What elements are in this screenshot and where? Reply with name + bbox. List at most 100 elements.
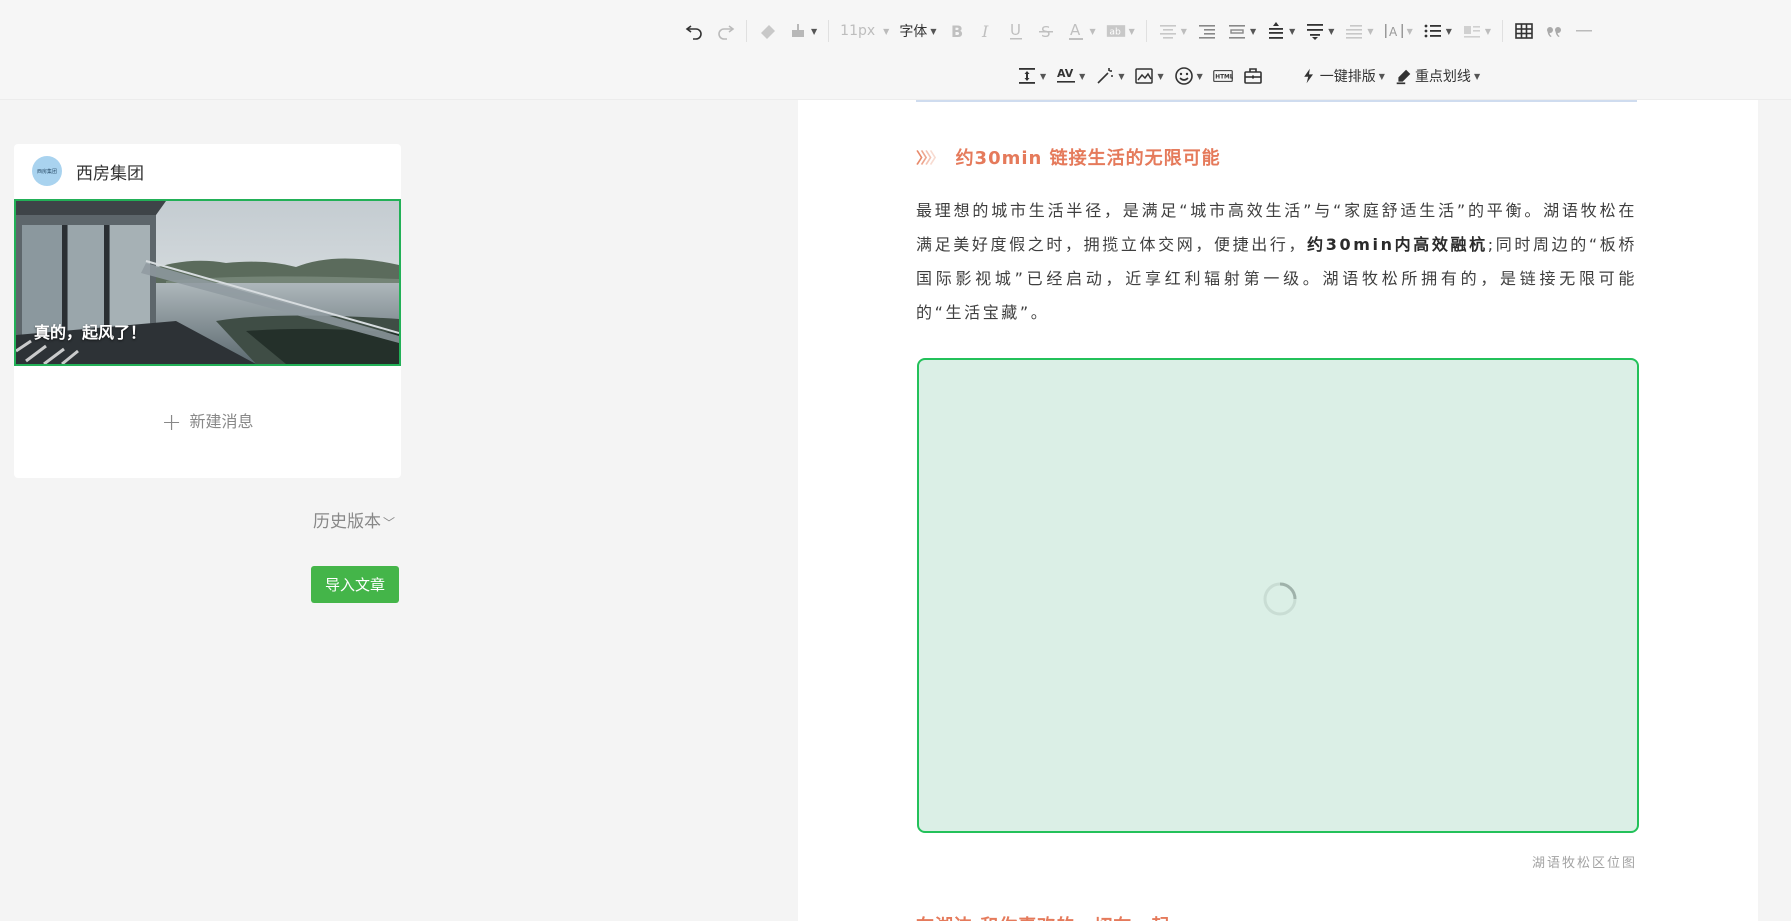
svg-text:B: B bbox=[951, 22, 963, 41]
article-paragraph[interactable]: 最理想的城市生活半径，是满足“城市高效生活”与“家庭舒适生活”的平衡。湖语牧松在… bbox=[916, 194, 1637, 330]
avatar-text: 西房集团 bbox=[36, 168, 57, 175]
emoji-button[interactable]: ▼ bbox=[1169, 61, 1208, 91]
background-color-icon: ab bbox=[1106, 25, 1125, 37]
paragraph-align-icon bbox=[1228, 25, 1245, 39]
redo-icon bbox=[718, 25, 735, 40]
new-message-label: 新建消息 bbox=[189, 412, 254, 431]
eraser-icon bbox=[761, 25, 775, 39]
align-button[interactable]: ▼ bbox=[1153, 16, 1192, 46]
indent-icon bbox=[1198, 25, 1215, 39]
editor-toolbar: ▼ 11px ▼ 字体 ▼ B I U S A ▼ ab ▼ ▼ ▼ ▼ ▼ ▼… bbox=[0, 0, 1791, 100]
next-section-title: 在湖边 和你喜欢的一切在一起 bbox=[916, 912, 1276, 921]
chevron-down-icon: ▼ bbox=[1079, 71, 1086, 81]
eraser-button[interactable] bbox=[753, 16, 783, 46]
chevron-down-icon: ▼ bbox=[1328, 26, 1335, 36]
html-icon: HTML bbox=[1213, 70, 1233, 82]
paragraph-align-button[interactable]: ▼ bbox=[1222, 16, 1261, 46]
strikethrough-button[interactable]: S bbox=[1031, 16, 1061, 46]
account-name: 西房集团 bbox=[76, 163, 144, 184]
import-article-button[interactable]: 导入文章 bbox=[311, 566, 399, 603]
chevron-down-icon: ▼ bbox=[883, 26, 890, 36]
paragraph-spacing-button[interactable]: ▼ bbox=[1300, 16, 1339, 46]
magic-wand-icon bbox=[1097, 68, 1114, 84]
letter-spacing-button[interactable]: A ▼ bbox=[1379, 16, 1418, 46]
font-size-select[interactable]: 11px ▼ bbox=[835, 16, 894, 46]
emoji-icon bbox=[1174, 67, 1193, 85]
table-icon bbox=[1515, 23, 1533, 39]
paragraph-margin-button[interactable]: ▼ bbox=[1012, 61, 1051, 91]
align-center-icon bbox=[1159, 25, 1176, 39]
svg-text:ab: ab bbox=[1109, 26, 1121, 37]
font-color-button[interactable]: A ▼ bbox=[1061, 16, 1100, 46]
chevron-down-icon: ▼ bbox=[1289, 26, 1296, 36]
character-spacing-button[interactable]: AV ▼ bbox=[1051, 61, 1090, 91]
chevron-down-icon: ▼ bbox=[1445, 26, 1452, 36]
font-color-icon: A bbox=[1069, 21, 1084, 40]
chevron-down-icon: ▼ bbox=[1089, 26, 1096, 36]
redo-button[interactable] bbox=[710, 16, 740, 46]
italic-icon: I bbox=[981, 22, 989, 41]
loading-spinner-icon bbox=[1263, 582, 1297, 616]
chevron-down-icon: ▼ bbox=[1040, 71, 1047, 81]
paragraph-margin-icon bbox=[1019, 68, 1035, 84]
line-spacing-icon bbox=[1269, 22, 1284, 39]
one-click-layout-button[interactable]: 一键排版 ▼ bbox=[1296, 61, 1390, 91]
first-line-indent-button[interactable]: ▼ bbox=[1339, 16, 1378, 46]
lightning-icon bbox=[1303, 68, 1313, 84]
image-placeholder[interactable] bbox=[917, 358, 1639, 833]
chevron-down-icon: ▼ bbox=[1249, 26, 1257, 36]
underline-button[interactable]: U bbox=[1001, 16, 1031, 46]
undo-button[interactable] bbox=[680, 16, 710, 46]
bold-icon: B bbox=[951, 22, 963, 41]
svg-text:I: I bbox=[981, 22, 989, 41]
float-left-icon bbox=[1463, 26, 1480, 38]
bold-button[interactable]: B bbox=[941, 16, 971, 46]
avatar: 西房集团 bbox=[32, 156, 62, 186]
font-family-select[interactable]: 字体 ▼ bbox=[894, 16, 941, 46]
highlight-underline-button[interactable]: 重点划线 ▼ bbox=[1390, 61, 1485, 91]
svg-text:HTML: HTML bbox=[1215, 75, 1233, 81]
magic-wand-button[interactable]: ▼ bbox=[1090, 61, 1129, 91]
cover-title: 真的，起风了！ bbox=[34, 323, 147, 342]
list-button[interactable]: ▼ bbox=[1418, 16, 1457, 46]
chevron-down-icon: ▼ bbox=[1473, 71, 1481, 81]
article-cover-item[interactable]: 真的，起风了！ bbox=[14, 199, 401, 366]
chevron-down-icon: ▼ bbox=[1367, 26, 1374, 36]
paragraph-bold-text: 约30min内高效融杭 bbox=[1307, 235, 1488, 254]
next-section-title-text: 在湖边 和你喜欢的一切在一起 bbox=[916, 912, 1276, 921]
section-heading: 〉〉〉〉 约30min 链接生活的无限可能 bbox=[916, 144, 1221, 170]
chevron-down-icon: ▼ bbox=[1157, 71, 1164, 81]
italic-button[interactable]: I bbox=[971, 16, 1001, 46]
quote-icon bbox=[1547, 27, 1562, 37]
underline-icon: U bbox=[1010, 21, 1023, 40]
blockquote-button[interactable] bbox=[1539, 16, 1569, 46]
font-family-value: 字体 bbox=[899, 24, 928, 40]
chevron-down-icon: ▼ bbox=[1118, 71, 1125, 81]
svg-text:A: A bbox=[1070, 21, 1081, 39]
image-caption: 湖语牧松区位图 bbox=[1531, 856, 1637, 871]
list-icon bbox=[1424, 24, 1441, 38]
float-button[interactable]: ▼ bbox=[1457, 16, 1496, 46]
history-version-toggle[interactable]: 历史版本 ﹀ bbox=[313, 507, 395, 532]
toolbox-button[interactable] bbox=[1238, 61, 1268, 91]
chevron-down-icon: ﹀ bbox=[383, 516, 396, 530]
import-article-label: 导入文章 bbox=[324, 576, 385, 594]
line-spacing-button[interactable]: ▼ bbox=[1261, 16, 1300, 46]
format-painter-button[interactable]: ▼ bbox=[783, 16, 822, 46]
toolbox-icon bbox=[1243, 68, 1262, 84]
editor-canvas[interactable]: 〉〉〉〉 约30min 链接生活的无限可能 最理想的城市生活半径，是满足“城市高… bbox=[798, 100, 1758, 921]
font-size-value: 11px bbox=[840, 23, 876, 39]
new-message-button[interactable]: + 新建消息 bbox=[14, 408, 401, 436]
divider-button[interactable] bbox=[1569, 16, 1599, 46]
background-color-button[interactable]: ab ▼ bbox=[1101, 16, 1140, 46]
indent-button[interactable] bbox=[1192, 16, 1222, 46]
format-painter-icon bbox=[792, 24, 804, 37]
paragraph-spacing-icon bbox=[1307, 24, 1324, 40]
chevron-down-icon: ▼ bbox=[1128, 26, 1135, 36]
plus-icon: + bbox=[161, 408, 182, 436]
chevron-down-icon: ▼ bbox=[811, 26, 818, 36]
image-button[interactable]: ▼ bbox=[1129, 61, 1168, 91]
table-button[interactable] bbox=[1509, 16, 1539, 46]
svg-text:A: A bbox=[1389, 25, 1398, 39]
html-button[interactable]: HTML bbox=[1208, 61, 1238, 91]
